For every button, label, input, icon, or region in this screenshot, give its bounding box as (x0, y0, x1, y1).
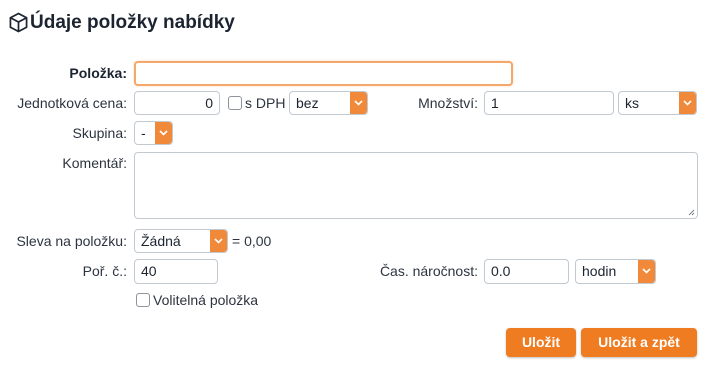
comment-textarea[interactable] (134, 152, 698, 219)
quantity-unit-select[interactable]: ks (618, 91, 697, 115)
cube-icon (9, 12, 28, 33)
chevron-down-icon (210, 230, 227, 252)
chevron-down-icon (155, 122, 172, 144)
group-select-value: - (141, 125, 146, 141)
vat-checkbox[interactable] (228, 96, 242, 110)
vat-select[interactable]: bez (289, 91, 368, 115)
discount-label: Sleva na položku: (16, 233, 127, 249)
unit-price-label: Jednotková cena: (17, 95, 127, 111)
save-and-back-button[interactable]: Uložit a zpět (581, 328, 697, 357)
save-button[interactable]: Uložit (506, 328, 576, 357)
time-label: Čas. náročnost: (379, 263, 478, 279)
quantity-input[interactable]: 1 (484, 91, 614, 115)
vat-label: s DPH (245, 95, 286, 111)
resize-grip-icon[interactable] (688, 209, 695, 216)
vat-select-value: bez (296, 95, 319, 111)
item-input[interactable] (134, 61, 513, 86)
chevron-down-icon (350, 92, 367, 114)
item-label: Položka: (69, 65, 127, 81)
discount-result: = 0,00 (232, 233, 272, 249)
page-title: Údaje položky nabídky (30, 12, 235, 33)
discount-select[interactable]: Žádná (134, 229, 228, 253)
time-unit-value: hodin (582, 263, 617, 279)
time-input[interactable]: 0.0 (484, 259, 569, 284)
optional-label: Volitelná položka (153, 292, 259, 308)
group-select[interactable]: - (134, 121, 173, 145)
optional-checkbox[interactable] (136, 293, 150, 307)
chevron-down-icon (638, 260, 655, 283)
quantity-unit-value: ks (625, 95, 639, 111)
discount-select-value: Žádná (141, 233, 181, 249)
order-number-input[interactable]: 40 (134, 259, 218, 284)
group-label: Skupina: (72, 125, 127, 141)
quantity-label: Množství: (418, 95, 478, 111)
unit-price-input[interactable]: 0 (134, 91, 220, 115)
order-number-label: Poř. č.: (82, 263, 127, 279)
comment-label: Komentář: (62, 155, 127, 171)
time-unit-select[interactable]: hodin (575, 259, 656, 284)
chevron-down-icon (679, 92, 696, 114)
